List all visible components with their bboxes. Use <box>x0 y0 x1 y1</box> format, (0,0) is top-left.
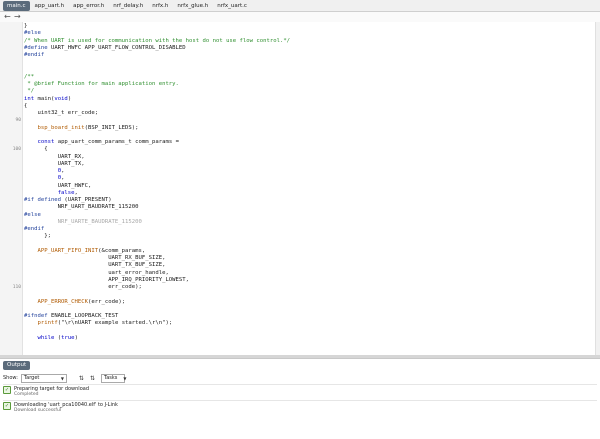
code-line: APP_ERROR_CHECK(err_code); <box>37 298 126 305</box>
code-line: false, <box>57 189 78 196</box>
code-editor[interactable]: } #else/* When UART is used for communica… <box>0 22 600 384</box>
code-line: uart_error_handle, <box>24 269 169 276</box>
message-status: Download successful <box>14 408 62 413</box>
code-line: /* When UART is used for communication w… <box>24 37 291 44</box>
code-line: { <box>24 102 28 109</box>
code-line: } <box>24 23 28 29</box>
output-message[interactable]: ✓ Downloading 'uart_pca10040.elf' to J-L… <box>3 402 118 414</box>
file-tab[interactable]: app_error.h <box>69 1 108 11</box>
file-tab[interactable]: nrfx.h <box>148 1 172 11</box>
code-line: UART_RX_BUF_SIZE, <box>24 255 166 261</box>
code-line: UART_HWFC, <box>24 182 92 189</box>
code-line: 0, <box>57 175 65 182</box>
chevron-down-icon: ▼ <box>60 375 64 381</box>
code-line: #endif <box>24 226 45 232</box>
tasks-select-value: Tasks <box>103 374 118 381</box>
file-tab[interactable]: nrf_delay.h <box>109 1 147 11</box>
show-select-value: Target <box>23 374 40 381</box>
code-line: UART_TX, <box>24 160 85 167</box>
code-line: UART_TX_BUF_SIZE, <box>24 262 166 269</box>
message-status: Completed <box>14 392 39 397</box>
show-select[interactable]: Target ▼ <box>20 373 67 383</box>
file-tab[interactable]: nrfx_glue.h <box>173 1 212 11</box>
file-tab[interactable]: main.c <box>3 0 30 11</box>
code-line: printf("\r\nUART example started.\r\n"); <box>37 320 173 327</box>
sort-icon[interactable]: ⇅ <box>90 375 95 382</box>
code-line: uint32_t err_code; <box>24 110 99 116</box>
show-label: Show: <box>3 375 18 381</box>
code-line: bsp_board_init(BSP_INIT_LEDS); <box>37 124 139 131</box>
code-line: const app_uart_comm_params_t comm_params… <box>37 139 179 145</box>
filter-icon[interactable]: ⇅ <box>79 375 84 382</box>
code-line: APP_IRQ_PRIORITY_LOWEST, <box>24 276 190 283</box>
line-number-gutter <box>0 22 23 355</box>
line-number: 100 <box>12 147 21 153</box>
line-number: 110 <box>12 285 21 290</box>
code-line: #if defined (UART_PRESENT) <box>24 197 112 203</box>
file-tab[interactable]: nrfx_uart.c <box>213 1 251 11</box>
code-line: #ifndef ENABLE_LOOPBACK_TEST <box>24 313 119 319</box>
code-line: int main(void) <box>24 95 72 102</box>
code-line: #else <box>24 30 41 37</box>
output-tab[interactable]: Output <box>3 361 31 370</box>
vertical-scrollbar[interactable] <box>595 22 600 355</box>
code-line: #endif <box>24 52 45 58</box>
editor-tab-bar: main.c app_uart.h app_error.h nrf_delay.h nr… <box>0 0 600 12</box>
code-line: 0, <box>57 168 65 174</box>
code-line: #else <box>24 211 41 218</box>
success-check-icon: ✓ <box>3 402 11 410</box>
code-line: err_code); <box>24 284 142 290</box>
code-line: /** <box>24 73 35 80</box>
code-line: APP_UART_FIFO_INIT(&comm_params, <box>37 247 146 254</box>
file-tab[interactable]: app_uart.h <box>31 1 69 11</box>
code-line: #define UART_HWFC APP_UART_FLOW_CONTROL_… <box>24 44 186 51</box>
output-panel: Output Show: Target ▼ ⇅ ⇅ Tasks ▼ ✓ Prep… <box>0 358 600 439</box>
output-toolbar: Show: Target ▼ ⇅ ⇅ Tasks ▼ <box>3 373 127 383</box>
code-line: NRF_UARTE_BAUDRATE_115200 <box>24 218 142 225</box>
divider <box>3 384 597 385</box>
success-check-icon: ✓ <box>3 386 11 394</box>
code-line: */ <box>24 88 35 95</box>
code-line: }; <box>24 233 51 240</box>
back-arrow-icon[interactable]: ← <box>4 12 11 22</box>
code-line: { <box>24 146 48 153</box>
code-line: UART_RX, <box>24 153 85 160</box>
tasks-select[interactable]: Tasks ▼ <box>100 373 127 383</box>
chevron-down-icon: ▼ <box>123 375 127 381</box>
forward-arrow-icon[interactable]: → <box>14 12 21 22</box>
code-line: while (true) <box>37 334 78 341</box>
output-message[interactable]: ✓ Preparing target for download Complete… <box>3 386 89 398</box>
divider <box>3 400 597 401</box>
code-line: NRF_UART_BAUDRATE_115200 <box>24 204 139 211</box>
line-number: 90 <box>15 118 21 124</box>
code-line: * @brief Function for main application e… <box>24 81 179 87</box>
